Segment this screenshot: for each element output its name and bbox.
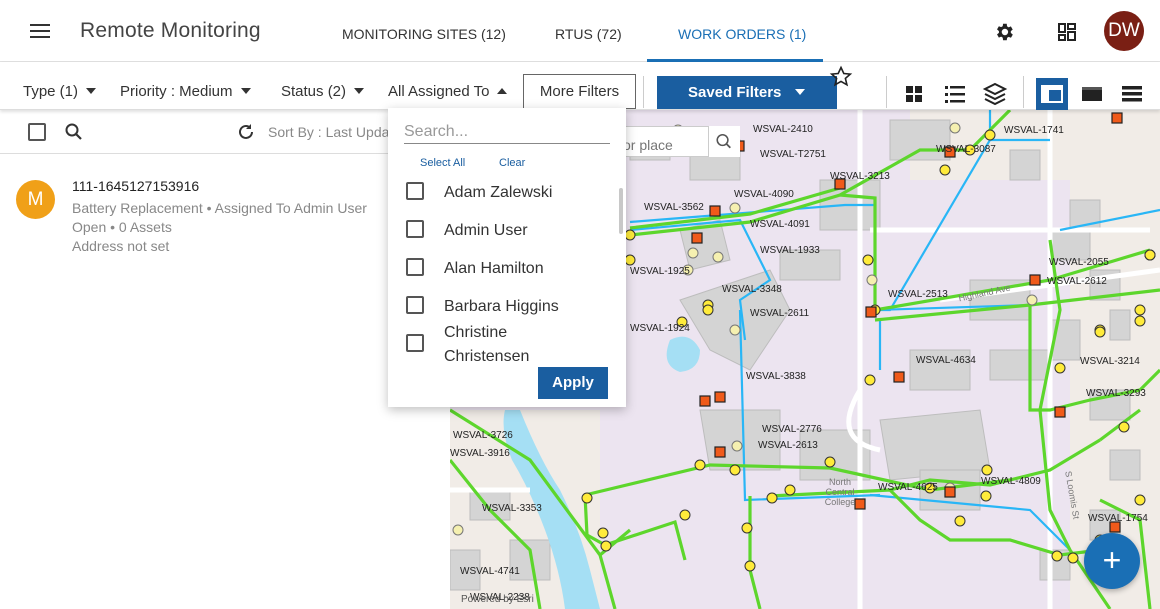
hamburger-menu-icon[interactable] <box>30 24 50 40</box>
dropdown-scrollbar[interactable] <box>619 188 623 234</box>
work-order-address: Address not set <box>72 238 170 254</box>
assigned-to-dropdown-panel: Select All Clear Adam Zalewski Admin Use… <box>388 108 626 407</box>
refresh-icon[interactable] <box>236 122 256 142</box>
map-view-icon[interactable] <box>1076 78 1108 110</box>
list-header: Sort By : Last Updated <box>0 110 450 154</box>
tab-monitoring-sites[interactable]: MONITORING SITES (12) <box>342 26 506 42</box>
assignee-checkbox[interactable] <box>406 220 424 238</box>
select-all-checkbox[interactable] <box>28 123 46 141</box>
tile-view-icon[interactable] <box>898 78 930 110</box>
dashboard-grid-icon[interactable] <box>1058 23 1076 41</box>
chevron-down-icon <box>354 88 365 94</box>
chevron-down-icon <box>240 88 251 94</box>
divider <box>886 76 887 108</box>
assignee-option[interactable]: Admin User <box>406 219 606 249</box>
top-app-bar: Remote Monitoring MONITORING SITES (12) … <box>0 0 1160 62</box>
map-search-icon[interactable] <box>708 126 740 157</box>
filter-toolbar: Type (1) Priority : Medium Status (2) Al… <box>0 62 1160 110</box>
user-avatar[interactable]: DW <box>1104 11 1144 51</box>
chevron-up-icon <box>497 88 508 94</box>
chevron-down-icon <box>795 89 806 95</box>
split-view-icon[interactable] <box>1036 78 1068 110</box>
assignee-checkbox[interactable] <box>406 182 424 200</box>
layers-icon[interactable] <box>979 78 1011 110</box>
assigned-to-filter-dropdown[interactable]: All Assigned To <box>388 83 508 100</box>
assignee-option[interactable]: Alan Hamilton <box>406 257 606 287</box>
type-filter-dropdown[interactable]: Type (1) <box>23 83 97 100</box>
assignee-option[interactable]: Adam Zalewski <box>406 181 606 211</box>
app-title: Remote Monitoring <box>80 19 261 42</box>
work-order-status: Open • 0 Assets <box>72 219 172 235</box>
settings-gear-icon[interactable] <box>993 21 1015 43</box>
work-order-summary: Battery Replacement • Assigned To Admin … <box>72 200 367 216</box>
divider <box>1023 76 1024 108</box>
work-order-id: 111-1645127153916 <box>72 178 200 194</box>
list-view-icon[interactable] <box>939 78 971 110</box>
apply-button[interactable]: Apply <box>538 367 608 399</box>
saved-filters-button[interactable]: Saved Filters <box>657 76 837 109</box>
assignee-checkbox[interactable] <box>406 258 424 276</box>
status-filter-dropdown[interactable]: Status (2) <box>281 83 365 100</box>
divider <box>643 76 644 108</box>
tab-rtus[interactable]: RTUS (72) <box>555 26 622 42</box>
search-icon[interactable] <box>64 122 84 142</box>
favorite-star-icon[interactable] <box>829 65 853 89</box>
more-filters-button[interactable]: More Filters <box>523 74 636 109</box>
chevron-down-icon <box>86 88 97 94</box>
map-attribution: Powered by Esri <box>461 594 534 605</box>
work-order-list-panel: Sort By : Last Updated M 111-16451271539… <box>0 110 450 609</box>
assignee-checkbox[interactable] <box>406 296 424 314</box>
clear-link[interactable]: Clear <box>499 157 525 169</box>
add-work-order-button[interactable]: + <box>1084 533 1140 589</box>
assignee-option[interactable]: Christine Christensen <box>406 321 606 369</box>
assignee-search-input[interactable] <box>404 120 610 144</box>
assignee-checkbox[interactable] <box>406 334 424 352</box>
work-order-avatar: M <box>16 180 55 219</box>
priority-filter-dropdown[interactable]: Priority : Medium <box>120 83 251 100</box>
tab-work-orders[interactable]: WORK ORDERS (1) <box>678 26 806 42</box>
table-view-icon[interactable] <box>1116 78 1148 110</box>
select-all-link[interactable]: Select All <box>420 157 465 169</box>
